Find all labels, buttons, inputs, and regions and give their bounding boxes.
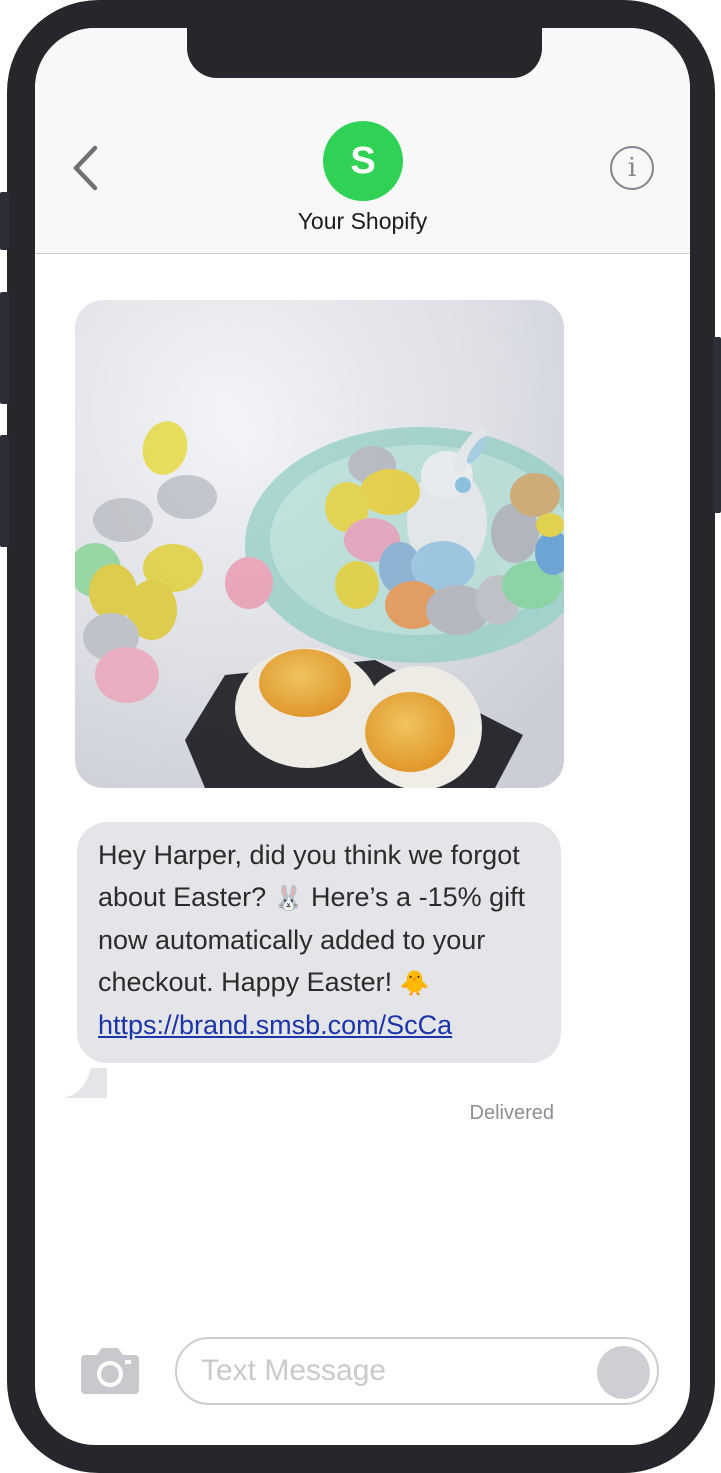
camera-icon	[81, 1348, 139, 1394]
chevron-left-icon	[73, 145, 98, 191]
camera-button[interactable]	[81, 1346, 139, 1394]
contact-avatar[interactable]: S	[323, 121, 403, 201]
chick-emoji: 🐥	[399, 969, 430, 997]
send-button[interactable]	[597, 1346, 650, 1399]
info-icon: i	[627, 153, 637, 183]
info-button[interactable]: i	[610, 146, 654, 190]
messages-screen: S Your Shopify i Hey Harper, did you thi…	[35, 28, 690, 1445]
text-message-input[interactable]	[201, 1339, 581, 1402]
message-link[interactable]: https://brand.smsb.com/ScCa	[98, 1010, 452, 1040]
easter-eggs-photo[interactable]	[75, 300, 564, 788]
bubble-tail	[63, 1068, 107, 1098]
delivery-status: Delivered	[469, 1102, 554, 1124]
back-button[interactable]	[65, 140, 105, 196]
contact-name[interactable]: Your Shopify	[35, 208, 690, 235]
volume-up-button	[0, 292, 9, 404]
silent-switch	[0, 192, 9, 250]
message-composer	[175, 1337, 659, 1405]
message-bubble[interactable]: Hey Harper, did you think we forgot abou…	[77, 822, 561, 1063]
notch	[187, 28, 542, 78]
bunny-emoji: 🐰	[273, 884, 304, 912]
power-button	[713, 337, 721, 513]
volume-down-button	[0, 435, 9, 547]
